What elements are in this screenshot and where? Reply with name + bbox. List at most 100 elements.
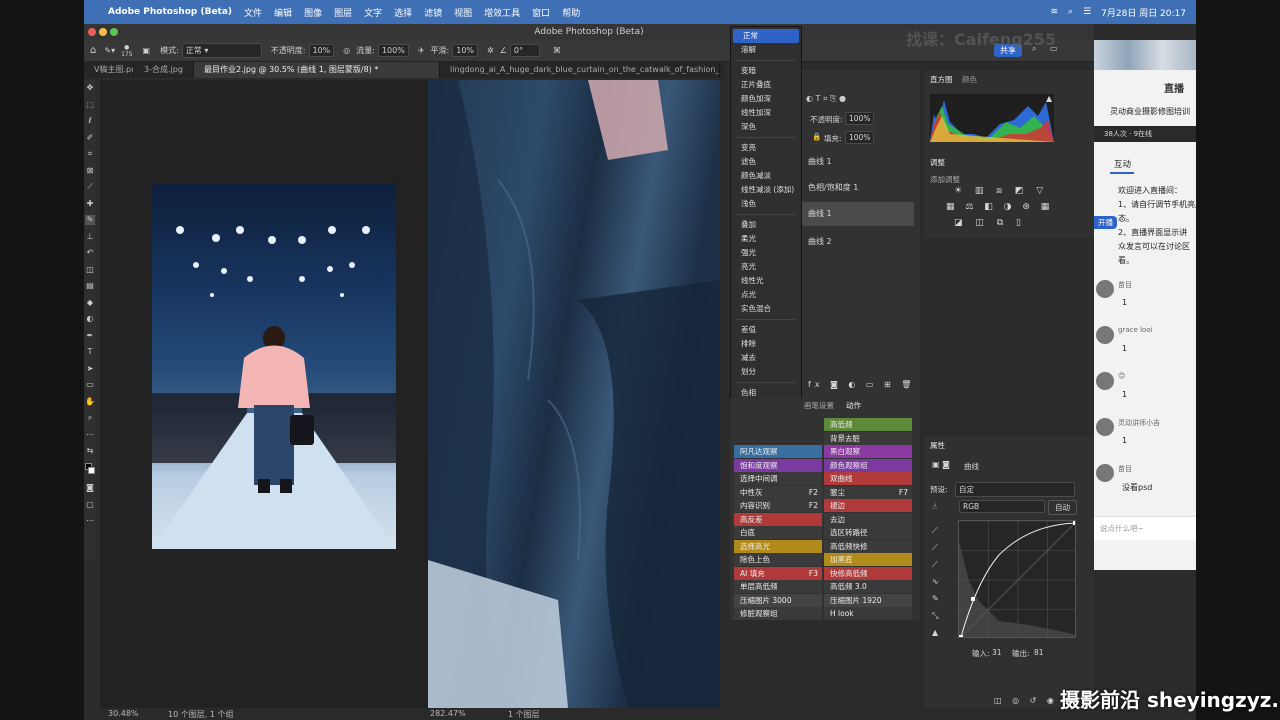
avatar[interactable]: [1096, 464, 1114, 482]
brush-tool-icon[interactable]: ✎: [85, 215, 95, 225]
action-button[interactable]: 单层高低频: [734, 580, 822, 593]
avatar[interactable]: [1096, 326, 1114, 344]
blend-mode-dropdown[interactable]: 正常 溶解 变暗 正片叠底 颜色加深 线性加深 深色 变亮 滤色 颜色减淡 线性减淡 (添加) 浅色叠…: [730, 26, 802, 440]
blend-mode-option[interactable]: 变亮: [731, 141, 801, 155]
blend-mode-option[interactable]: 叠加: [731, 218, 801, 232]
history-brush-tool-icon[interactable]: ↶: [85, 248, 95, 258]
blend-mode-option[interactable]: 颜色减淡: [731, 169, 801, 183]
blend-mode-option[interactable]: 变暗: [731, 64, 801, 78]
avatar[interactable]: [1096, 418, 1114, 436]
blend-mode-option[interactable]: 亮光: [731, 260, 801, 274]
action-button[interactable]: 选择高光: [734, 539, 822, 553]
move-tool-icon[interactable]: ✥: [85, 83, 95, 93]
avatar[interactable]: [1096, 280, 1114, 298]
blend-mode-option[interactable]: 深色: [731, 120, 801, 134]
action-button[interactable]: 白底: [734, 526, 822, 539]
menu-item[interactable]: 帮助: [562, 6, 580, 19]
preset-select[interactable]: 自定: [955, 482, 1075, 497]
menu-app-name[interactable]: Adobe Photoshop (Beta): [108, 7, 232, 17]
zoom-level-right[interactable]: 282.47%: [430, 709, 466, 718]
eraser-tool-icon[interactable]: ◫: [85, 265, 95, 275]
close-window-button[interactable]: [88, 28, 96, 36]
menu-item[interactable]: 文件: [244, 6, 262, 19]
control-center-icon[interactable]: ☰: [1083, 7, 1091, 17]
tab-interaction[interactable]: 互动: [1114, 158, 1131, 170]
action-button[interactable]: 饱和度观察: [734, 458, 822, 472]
tab-actions[interactable]: 动作: [846, 400, 861, 411]
layer-fill-input[interactable]: 100%: [845, 131, 875, 144]
angle-input[interactable]: 0°: [509, 44, 540, 57]
action-button[interactable]: 塞尘 F7: [824, 485, 912, 499]
blend-mode-option[interactable]: 正常: [733, 29, 799, 43]
document-canvas-right[interactable]: [428, 80, 720, 708]
action-button[interactable]: H look: [824, 607, 912, 620]
pressure-opacity-icon[interactable]: ◎: [343, 46, 350, 55]
curves-graph[interactable]: [958, 520, 1076, 638]
blend-mode-option[interactable]: 强光: [731, 246, 801, 260]
minimize-window-button[interactable]: [99, 28, 107, 36]
hand-tool-icon[interactable]: ✋: [85, 397, 95, 407]
menu-item[interactable]: 编辑: [274, 6, 292, 19]
brush-settings-icon[interactable]: ▣: [143, 46, 151, 55]
home-icon[interactable]: ⌂: [90, 45, 96, 56]
menu-item[interactable]: 选择: [394, 6, 412, 19]
blend-mode-option[interactable]: 滤色: [731, 155, 801, 169]
layer-row[interactable]: 曲线 2: [802, 234, 920, 250]
zoom-level-left[interactable]: 30.48%: [108, 709, 139, 718]
blend-mode-option[interactable]: 颜色加深: [731, 92, 801, 106]
swap-colors-icon[interactable]: ⇆: [85, 446, 95, 456]
wifi-icon[interactable]: ≋: [1050, 7, 1058, 17]
brush-preset-picker[interactable]: ● 175: [121, 44, 132, 58]
blend-mode-option[interactable]: 减去: [731, 351, 801, 365]
smooth-input[interactable]: 10%: [452, 44, 479, 57]
action-button[interactable]: 去边: [824, 512, 912, 526]
lock-icon[interactable]: 🔒: [812, 132, 821, 141]
action-button[interactable]: 选择中间调: [734, 472, 822, 485]
output-value[interactable]: 81: [1034, 648, 1044, 657]
chat-input[interactable]: 说点什么吧~: [1094, 516, 1196, 540]
smooth-settings-icon[interactable]: ✲: [487, 46, 494, 55]
action-button[interactable]: 阿凡达观察: [734, 445, 822, 458]
adjustment-icons-row-2[interactable]: ▦ ⚖ ◧ ◑ ⊛ ▦: [946, 202, 1053, 212]
menu-item[interactable]: 图像: [304, 6, 322, 19]
runway-photo[interactable]: [152, 183, 396, 549]
action-button[interactable]: 快修高低频: [824, 566, 912, 580]
opacity-input[interactable]: 10%: [308, 44, 335, 57]
dodge-tool-icon[interactable]: ◐: [85, 314, 95, 324]
tab-histogram[interactable]: 直方图: [930, 74, 953, 85]
avatar[interactable]: [1096, 372, 1114, 390]
airbrush-icon[interactable]: ✈: [418, 46, 425, 55]
layer-filter-icons[interactable]: ◐ T ⌗ ⎘ ●: [806, 94, 846, 104]
layer-opacity-input[interactable]: 100%: [845, 112, 875, 125]
action-button[interactable]: 高低频 3.0: [824, 580, 912, 593]
layer-row-selected[interactable]: 曲线 1: [802, 202, 914, 226]
mode-select[interactable]: 正常 ▾: [181, 43, 262, 58]
menu-item[interactable]: 滤镜: [424, 6, 442, 19]
action-button[interactable]: 双曲线: [824, 472, 912, 485]
menubar-clock[interactable]: 7月28日 周日 20:17: [1101, 6, 1186, 19]
adjustment-icons-row-1[interactable]: ☀ ▥ ⧈ ◩ ▽: [954, 186, 1048, 196]
blend-mode-option[interactable]: 柔光: [731, 232, 801, 246]
screen-mode-icon[interactable]: ▢: [85, 500, 95, 510]
input-value[interactable]: 31: [992, 648, 1002, 657]
action-button[interactable]: 褪边: [824, 499, 912, 512]
blend-mode-option[interactable]: 线性光: [731, 274, 801, 288]
more-tools-icon[interactable]: ⋯: [85, 430, 95, 440]
document-tab[interactable]: lingdong_ai_A_huge_dark_blue_curtain_on_…: [440, 62, 720, 78]
blend-mode-option[interactable]: 正片叠底: [731, 78, 801, 92]
healing-tool-icon[interactable]: ✚: [85, 199, 95, 209]
zoom-tool-icon[interactable]: ⌕: [85, 413, 95, 423]
action-button[interactable]: 压缩图片 1920: [824, 593, 912, 607]
histogram-warning-icon[interactable]: ▲: [1046, 94, 1052, 103]
flow-input[interactable]: 100%: [377, 44, 409, 57]
action-button[interactable]: 修脏观察组: [734, 607, 822, 620]
quick-mask-icon[interactable]: ◙: [85, 483, 95, 493]
shape-tool-icon[interactable]: ▭: [85, 380, 95, 390]
target-adjust-icon[interactable]: ☝: [932, 502, 937, 511]
brush-tool-icon[interactable]: ✎▾: [104, 46, 115, 55]
quick-select-tool-icon[interactable]: ✐: [85, 133, 95, 143]
action-button[interactable]: 颜色观察组: [824, 458, 912, 472]
blend-mode-option[interactable]: 排除: [731, 337, 801, 351]
frame-tool-icon[interactable]: ⊠: [85, 166, 95, 176]
menu-item[interactable]: 增效工具: [484, 6, 520, 19]
